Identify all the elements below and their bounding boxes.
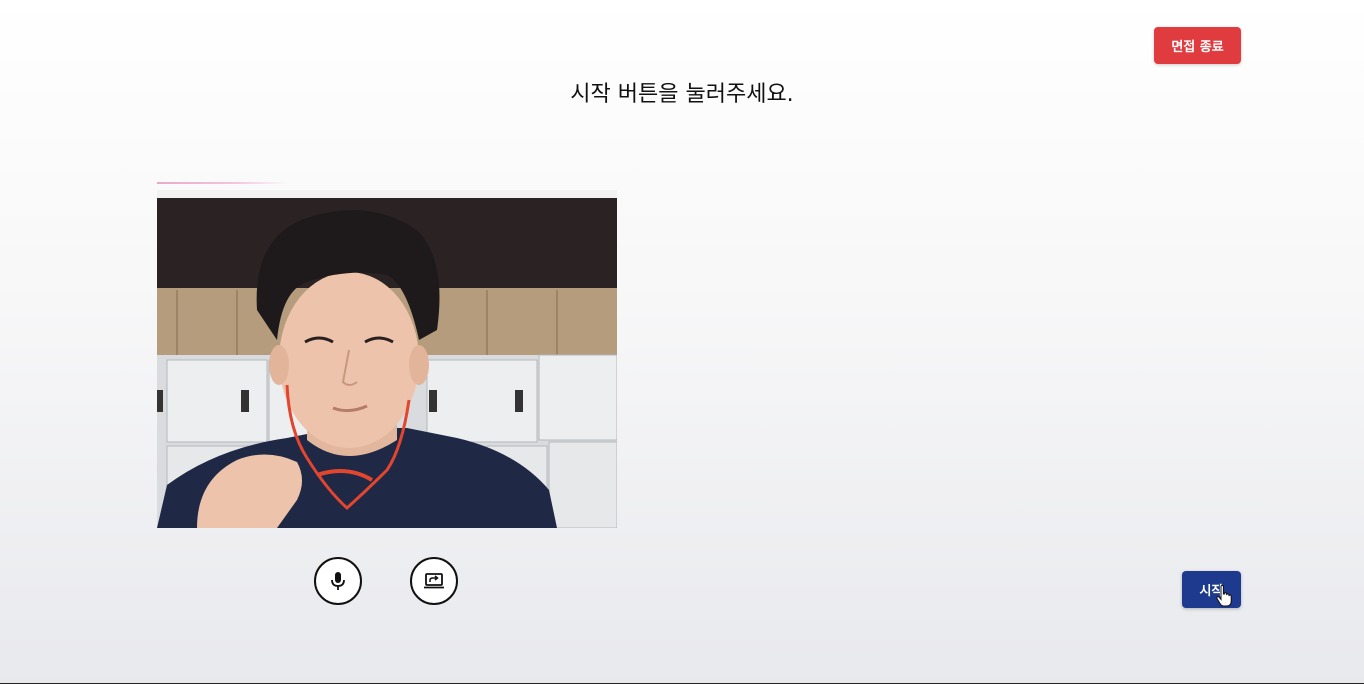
- screen-share-button[interactable]: [410, 557, 458, 605]
- progress-indicator: [157, 182, 289, 184]
- start-button[interactable]: 시작: [1182, 571, 1241, 608]
- microphone-toggle-button[interactable]: [314, 557, 362, 605]
- screen-share-icon: [424, 573, 444, 589]
- end-interview-button[interactable]: 면접 종료: [1154, 27, 1241, 64]
- microphone-icon: [331, 572, 345, 590]
- webcam-video: [157, 190, 617, 528]
- instruction-text: 시작 버튼을 눌러주세요.: [570, 82, 794, 107]
